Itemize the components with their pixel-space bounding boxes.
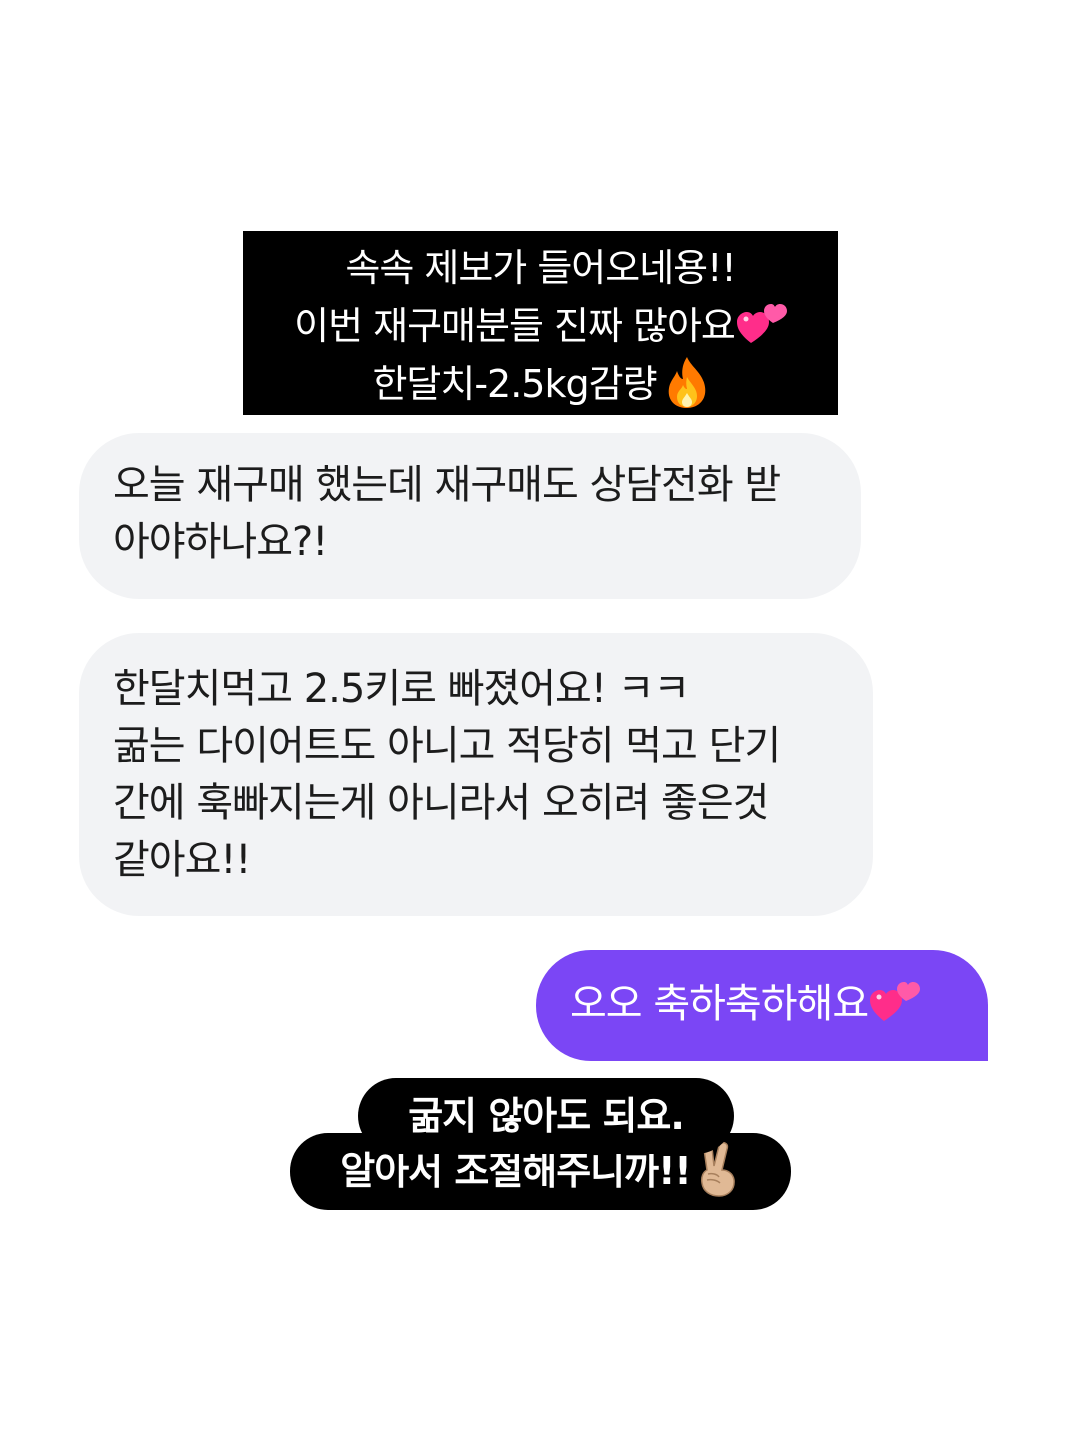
message-line: 아야하나요?!	[113, 519, 328, 565]
two-hearts-icon	[870, 982, 921, 1021]
message-line: 오늘 재구매 했는데 재구매도 상담전화 받	[113, 462, 781, 508]
caption-line-2-text: 이번 재구매분들 진짜 많아요	[294, 304, 736, 348]
message-line: 굶는 다이어트도 아니고 적당히 먹고 단기	[113, 723, 781, 769]
received-message-bubble-1[interactable]: 오늘 재구매 했는데 재구매도 상담전화 받 아야하나요?!	[79, 433, 861, 599]
bottom-caption-line-2-text: 알아서 조절해주니까!!	[340, 1149, 692, 1193]
sent-message-text: 오오 축하축하해요	[570, 981, 869, 1027]
caption-line-2: 이번 재구매분들 진짜 많아요	[243, 297, 838, 355]
caption-line-3: 한달치-2.5kg감량	[243, 355, 838, 413]
fire-icon	[668, 357, 705, 408]
caption-line-3-text: 한달치-2.5kg감량	[372, 362, 657, 406]
two-hearts-icon	[736, 304, 787, 343]
message-line: 간에 훅빠지는게 아니라서 오히려 좋은것	[113, 780, 769, 826]
caption-line-1: 속속 제보가 들어오네용!!	[345, 246, 736, 290]
sent-message-line: 오오 축하축하해요	[570, 978, 988, 1030]
bottom-caption-line-1: 굶지 않아도 되요.	[358, 1078, 734, 1154]
sent-message-bubble[interactable]: 오오 축하축하해요	[536, 950, 988, 1061]
message-line: 한달치먹고 2.5키로 빠졌어요! ㅋㅋ	[113, 666, 690, 712]
message-line: 같아요!!	[113, 837, 251, 883]
top-caption-box: 속속 제보가 들어오네용!! 이번 재구매분들 진짜 많아요 한달치-2.5kg…	[243, 231, 838, 415]
received-message-bubble-2[interactable]: 한달치먹고 2.5키로 빠졌어요! ㅋㅋ 굶는 다이어트도 아니고 적당히 먹고…	[79, 633, 873, 916]
